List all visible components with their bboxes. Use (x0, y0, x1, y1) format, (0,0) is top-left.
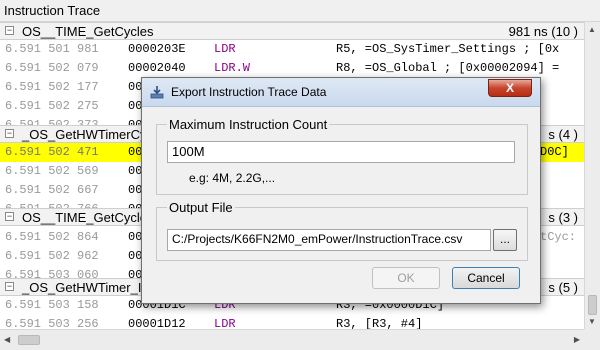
cancel-button[interactable]: Cancel (452, 267, 520, 289)
collapse-icon[interactable]: − (5, 26, 14, 35)
output-file-input[interactable]: C:/Projects/K66FN2M0_emPower/Instruction… (167, 229, 491, 251)
browse-button[interactable]: ... (493, 229, 517, 251)
group-function-name: _OS_GetHWTimerCyc (22, 127, 153, 142)
row-timestamp: 6.591 503 158 (5, 298, 99, 312)
row-timestamp: 6.591 503 256 (5, 317, 99, 329)
trace-row[interactable]: 6.591 503 256 00001D12 LDR R3, [R3, #4] (0, 315, 584, 329)
max-count-legend: Maximum Instruction Count (167, 117, 330, 132)
trace-row[interactable]: 6.591 501 981 0000203E LDR R5, =OS_SysTi… (0, 40, 584, 59)
row-timestamp: 6.591 502 667 (5, 183, 99, 197)
row-timestamp: 6.591 502 275 (5, 99, 99, 113)
row-timestamp: 6.591 502 471 (5, 145, 99, 159)
row-timestamp: 6.591 501 981 (5, 42, 99, 56)
ok-button[interactable]: OK (372, 267, 440, 289)
row-operands: R8, =OS_Global ; [0x00002094] = (336, 61, 560, 75)
group-function-name: _OS_GetHWTimer_I (22, 280, 142, 295)
collapse-icon[interactable]: − (5, 212, 14, 221)
group-function-name: OS__TIME_GetCycles (22, 24, 154, 39)
scroll-left-icon[interactable]: ◀ (4, 335, 10, 344)
scroll-up-icon[interactable]: ▲ (588, 25, 596, 34)
group-time: 981 ns (10 ) (508, 24, 578, 39)
row-timestamp: 6.591 502 864 (5, 230, 99, 244)
scroll-down-icon[interactable]: ▼ (588, 317, 596, 326)
group-time: s (3 ) (548, 210, 578, 225)
dialog-title: Export Instruction Trace Data (171, 85, 327, 99)
dialog-title-bar[interactable]: Export Instruction Trace Data X (142, 78, 540, 107)
vertical-scrollbar[interactable]: ▲ ▼ (584, 22, 600, 329)
horizontal-scrollbar[interactable]: ◀ ▶ (0, 329, 584, 350)
row-opcode: LDR.W (214, 61, 251, 75)
collapse-icon[interactable]: − (5, 129, 14, 138)
scroll-right-icon[interactable]: ▶ (574, 335, 580, 344)
panel-title-bar: Instruction Trace (0, 0, 600, 22)
trace-row[interactable]: 6.591 502 079 00002040 LDR.W R8, =OS_Glo… (0, 59, 584, 78)
row-timestamp: 6.591 502 177 (5, 80, 99, 94)
row-opcode: LDR (214, 317, 236, 329)
close-button[interactable]: X (488, 79, 532, 97)
max-count-hint: e.g: 4M, 2.2G,... (189, 171, 276, 185)
row-opcode: LDR (214, 42, 236, 56)
row-operands: D0C] (540, 145, 569, 159)
row-operands: tCyc: (540, 230, 577, 244)
max-count-group: Maximum Instruction Count 100M e.g: 4M, … (156, 117, 528, 195)
max-count-input[interactable]: 100M (167, 141, 515, 163)
scroll-thumb[interactable] (588, 295, 597, 315)
row-timestamp: 6.591 502 962 (5, 249, 99, 263)
row-address: 0000203E (128, 42, 186, 56)
row-address: 00001D12 (128, 317, 186, 329)
row-timestamp: 6.591 502 569 (5, 164, 99, 178)
output-file-legend: Output File (167, 200, 235, 215)
row-operands: R3, [R3, #4] (336, 317, 423, 329)
scroll-thumb[interactable] (18, 335, 40, 345)
download-icon (150, 86, 164, 99)
export-dialog: Export Instruction Trace Data X Maximum … (141, 77, 541, 304)
group-time: s (4 ) (548, 127, 578, 142)
group-time: s (5 ) (548, 280, 578, 295)
panel-title: Instruction Trace (4, 3, 101, 18)
row-operands: R5, =OS_SysTimer_Settings ; [0x (336, 42, 560, 56)
trace-group-header[interactable]: − OS__TIME_GetCycles 981 ns (10 ) (0, 22, 584, 40)
row-timestamp: 6.591 502 079 (5, 61, 99, 75)
scrollbar-corner (584, 329, 600, 350)
collapse-icon[interactable]: − (5, 282, 14, 291)
output-file-group: Output File C:/Projects/K66FN2M0_emPower… (156, 200, 528, 261)
group-function-name: OS__TIME_GetCycle (22, 210, 147, 225)
row-address: 00002040 (128, 61, 186, 75)
